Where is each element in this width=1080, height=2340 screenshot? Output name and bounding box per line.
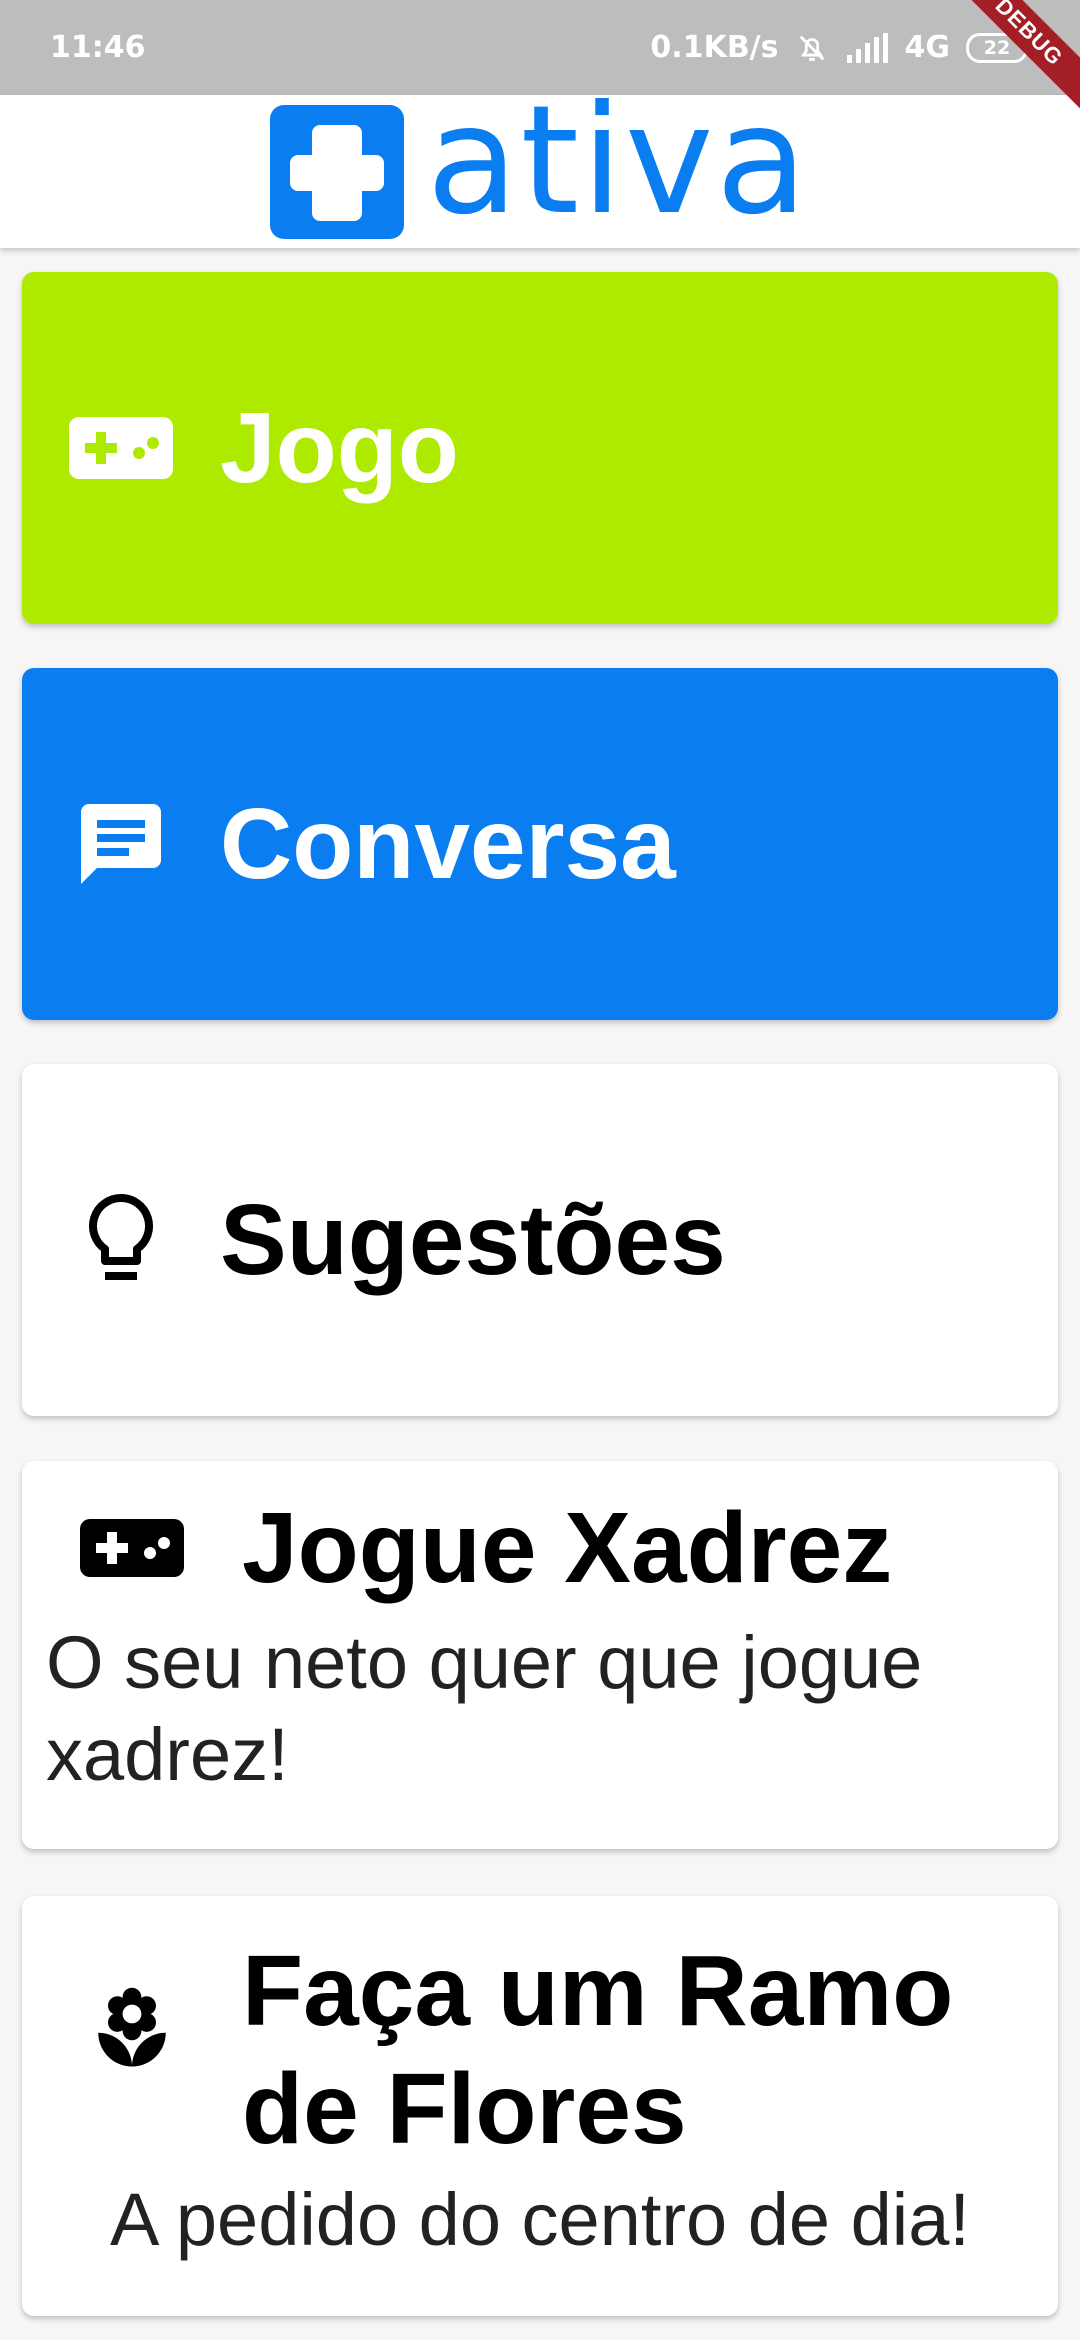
suggestion-description: O seu neto quer que jogue xadrez! [46,1621,923,1796]
sugestoes-label: Sugestões [220,1184,726,1296]
suggestion-card-flores[interactable]: Faça um Ramo de Flores A pedido do centr… [22,1896,1058,2316]
network-type: 4G [904,30,951,65]
net-speed: 0.1KB/s [650,30,779,65]
conversa-label: Conversa [220,788,676,900]
plus-icon [270,104,405,239]
sugestoes-button[interactable]: Sugestões [22,1064,1058,1416]
alarm-off-icon [795,31,829,65]
suggestion-description: A pedido do centro de dia! [110,2178,970,2261]
jogo-button[interactable]: Jogo [22,272,1058,624]
suggestion-card-xadrez[interactable]: Jogue Xadrez O seu neto quer que jogue x… [22,1461,1058,1849]
status-time: 11:46 [50,30,146,65]
suggestion-header: Faça um Ramo de Flores [22,1896,1058,2168]
app-header: ativa [0,86,1080,248]
battery-level: 22 [983,36,1011,59]
status-icons: 0.1KB/s 4G 22 [650,30,1028,65]
logo-text: ativa [426,73,810,248]
suggestion-header: Jogue Xadrez [22,1461,1058,1607]
lightbulb-icon [22,1192,220,1288]
chat-icon [22,796,220,892]
conversa-button[interactable]: Conversa [22,668,1058,1020]
signal-icon [845,32,889,63]
gamepad-icon [22,417,220,479]
flower-icon [22,1984,242,2074]
jogo-label: Jogo [220,392,459,504]
suggestion-title: Jogue Xadrez [242,1492,893,1604]
gamepad-icon [22,1519,242,1577]
suggestion-title: Faça um Ramo de Flores [242,1935,954,2165]
app-logo: ativa [270,86,809,239]
